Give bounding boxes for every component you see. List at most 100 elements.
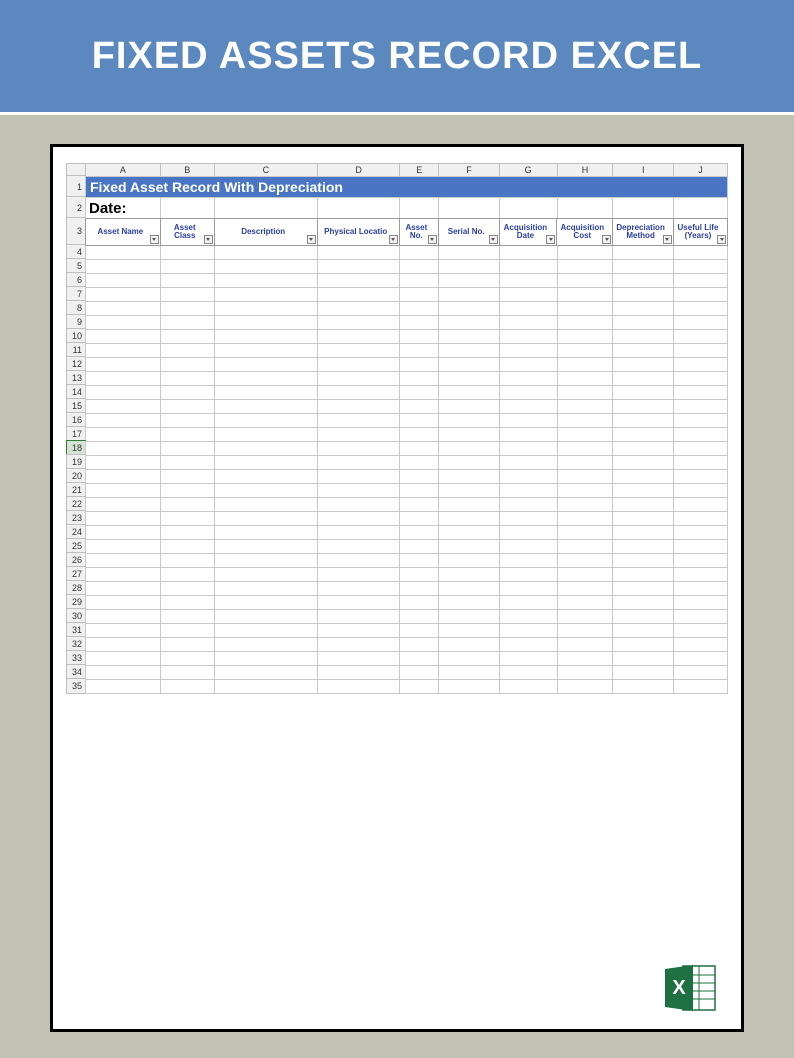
cell[interactable] bbox=[612, 245, 674, 260]
cell[interactable] bbox=[214, 595, 318, 610]
cell[interactable] bbox=[499, 315, 558, 330]
cell[interactable] bbox=[399, 385, 439, 400]
cell[interactable] bbox=[160, 343, 215, 358]
column-header-h[interactable]: H bbox=[557, 163, 614, 177]
cell[interactable] bbox=[160, 455, 215, 470]
cell[interactable] bbox=[399, 273, 439, 288]
cell[interactable] bbox=[438, 287, 500, 302]
cell[interactable] bbox=[673, 413, 728, 428]
cell[interactable] bbox=[612, 427, 674, 442]
cell[interactable] bbox=[557, 357, 614, 372]
cell[interactable] bbox=[85, 287, 161, 302]
cell[interactable] bbox=[399, 441, 439, 456]
cell[interactable] bbox=[499, 399, 558, 414]
cell[interactable] bbox=[317, 245, 400, 260]
cell[interactable] bbox=[214, 399, 318, 414]
cell[interactable] bbox=[612, 301, 674, 316]
cell[interactable] bbox=[612, 609, 674, 624]
cell[interactable] bbox=[612, 623, 674, 638]
cell[interactable] bbox=[612, 553, 674, 568]
cell[interactable] bbox=[214, 329, 318, 344]
cell[interactable] bbox=[499, 301, 558, 316]
cell[interactable] bbox=[214, 343, 318, 358]
cell[interactable] bbox=[557, 385, 614, 400]
cell[interactable] bbox=[399, 301, 439, 316]
cell[interactable] bbox=[499, 511, 558, 526]
cell[interactable] bbox=[85, 553, 161, 568]
cell[interactable] bbox=[85, 539, 161, 554]
cell[interactable] bbox=[438, 469, 500, 484]
cell[interactable] bbox=[438, 525, 500, 540]
cell[interactable] bbox=[160, 553, 215, 568]
cell[interactable] bbox=[438, 651, 500, 666]
cell[interactable] bbox=[673, 455, 728, 470]
column-header-c[interactable]: C bbox=[214, 163, 318, 177]
cell[interactable] bbox=[160, 497, 215, 512]
cell[interactable] bbox=[438, 623, 500, 638]
cell[interactable] bbox=[673, 595, 728, 610]
cell[interactable] bbox=[557, 497, 614, 512]
cell-c2[interactable] bbox=[214, 197, 318, 219]
cell-d2[interactable] bbox=[317, 197, 400, 219]
cell[interactable] bbox=[317, 567, 400, 582]
cell[interactable] bbox=[612, 483, 674, 498]
cell[interactable] bbox=[673, 287, 728, 302]
column-header-a[interactable]: A bbox=[85, 163, 161, 177]
cell[interactable] bbox=[317, 329, 400, 344]
cell[interactable] bbox=[557, 287, 614, 302]
cell[interactable] bbox=[399, 665, 439, 680]
cell[interactable] bbox=[85, 245, 161, 260]
cell[interactable] bbox=[499, 497, 558, 512]
cell[interactable] bbox=[557, 623, 614, 638]
cell[interactable] bbox=[673, 581, 728, 596]
cell[interactable] bbox=[557, 413, 614, 428]
cell[interactable] bbox=[612, 679, 674, 694]
cell[interactable] bbox=[317, 287, 400, 302]
cell[interactable] bbox=[557, 609, 614, 624]
cell[interactable] bbox=[160, 371, 215, 386]
column-header-d[interactable]: D bbox=[317, 163, 400, 177]
column-header-e[interactable]: E bbox=[399, 163, 439, 177]
cell[interactable] bbox=[317, 553, 400, 568]
header-depreciation-method[interactable]: Depreciation Method bbox=[612, 218, 674, 246]
cell[interactable] bbox=[85, 483, 161, 498]
cell[interactable] bbox=[399, 623, 439, 638]
cell[interactable] bbox=[85, 455, 161, 470]
cell[interactable] bbox=[612, 399, 674, 414]
cell[interactable] bbox=[214, 469, 318, 484]
cell[interactable] bbox=[499, 329, 558, 344]
cell[interactable] bbox=[317, 469, 400, 484]
cell[interactable] bbox=[499, 441, 558, 456]
cell[interactable] bbox=[317, 343, 400, 358]
cell[interactable] bbox=[499, 567, 558, 582]
cell[interactable] bbox=[557, 567, 614, 582]
cell[interactable] bbox=[160, 287, 215, 302]
cell[interactable] bbox=[499, 427, 558, 442]
cell[interactable] bbox=[612, 273, 674, 288]
cell-b2[interactable] bbox=[160, 197, 215, 219]
filter-button[interactable] bbox=[602, 235, 611, 244]
cell[interactable] bbox=[673, 679, 728, 694]
cell[interactable] bbox=[399, 511, 439, 526]
cell[interactable] bbox=[85, 511, 161, 526]
cell[interactable] bbox=[85, 413, 161, 428]
header-physical-location[interactable]: Physical Locatio bbox=[317, 218, 400, 246]
row-header-3[interactable]: 3 bbox=[66, 217, 86, 245]
cell[interactable] bbox=[438, 413, 500, 428]
cell[interactable] bbox=[160, 469, 215, 484]
cell[interactable] bbox=[438, 315, 500, 330]
cell[interactable] bbox=[85, 581, 161, 596]
cell[interactable] bbox=[85, 665, 161, 680]
column-header-j[interactable]: J bbox=[673, 163, 728, 177]
cell[interactable] bbox=[214, 385, 318, 400]
cell[interactable] bbox=[160, 651, 215, 666]
sheet-title[interactable]: Fixed Asset Record With Depreciation bbox=[85, 176, 728, 198]
cell[interactable] bbox=[612, 665, 674, 680]
cell[interactable] bbox=[557, 637, 614, 652]
cell[interactable] bbox=[557, 273, 614, 288]
cell[interactable] bbox=[438, 259, 500, 274]
cell[interactable] bbox=[85, 385, 161, 400]
cell[interactable] bbox=[673, 441, 728, 456]
cell[interactable] bbox=[214, 539, 318, 554]
cell[interactable] bbox=[438, 371, 500, 386]
